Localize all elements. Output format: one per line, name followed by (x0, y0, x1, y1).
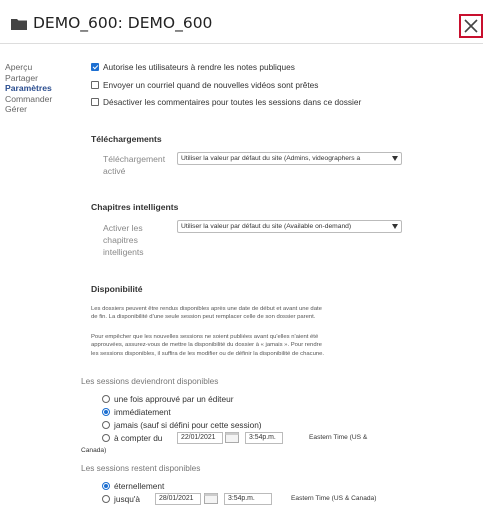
start-never-radio[interactable] (102, 421, 110, 429)
disable-comments-label: Désactiver les commentaires pour toutes … (103, 97, 362, 107)
sidebar-item-commander[interactable]: Commander (5, 94, 75, 105)
end-until-radio[interactable] (102, 495, 110, 503)
end-timezone: Eastern Time (US & Canada) (291, 495, 377, 502)
availability-note: Pour empêcher que les nouvelles sessions… (91, 334, 325, 357)
start-option-from-date[interactable]: à compter du (102, 433, 162, 443)
end-forever-radio[interactable] (102, 482, 110, 490)
end-time-input[interactable]: 3:54p.m. (224, 493, 272, 505)
chevron-down-icon (392, 156, 398, 161)
close-icon (464, 19, 478, 33)
start-from-date-radio[interactable] (102, 434, 110, 442)
end-availability-heading: Les sessions restent disponibles (81, 463, 201, 473)
sidebar-item-apercu[interactable]: Aperçu (5, 62, 75, 73)
page-title: DEMO_600: DEMO_600 (33, 14, 213, 32)
calendar-icon[interactable] (225, 432, 239, 443)
dialog-header: DEMO_600: DEMO_600 (0, 0, 483, 44)
start-option-immediately[interactable]: immédiatement (102, 407, 171, 417)
sidebar-item-parametres[interactable]: Paramètres (5, 83, 75, 94)
sidebar-nav: Aperçu Partager Paramètres Commander Gér… (5, 62, 75, 115)
start-approved-radio[interactable] (102, 395, 110, 403)
calendar-icon[interactable] (204, 493, 218, 504)
end-date-input[interactable]: 28/01/2021 (155, 493, 201, 505)
downloads-field-label: Téléchargement activé (103, 154, 166, 176)
start-option-approved[interactable]: une fois approuvé par un éditeur (102, 394, 233, 404)
public-notes-label: Autorise les utilisateurs à rendre les n… (103, 62, 295, 72)
email-notify-label: Envoyer un courriel quand de nouvelles v… (103, 80, 319, 90)
sidebar-item-gerer[interactable]: Gérer (5, 104, 75, 115)
start-availability-heading: Les sessions deviendront disponibles (81, 376, 219, 386)
start-time-input[interactable]: 3:54p.m. (245, 432, 283, 444)
smart-chapters-select[interactable]: Utiliser la valeur par défaut du site (A… (177, 220, 402, 233)
email-notify-checkbox[interactable] (91, 81, 99, 89)
sidebar-item-partager[interactable]: Partager (5, 73, 75, 84)
end-option-until[interactable]: jusqu'à (102, 494, 140, 504)
setting-email-notify[interactable]: Envoyer un courriel quand de nouvelles v… (91, 78, 318, 92)
end-option-forever[interactable]: éternellement (102, 481, 164, 491)
availability-description: Les dossiers peuvent être rendus disponi… (91, 306, 322, 321)
start-immediately-radio[interactable] (102, 408, 110, 416)
availability-section-title: Disponibilité (91, 284, 143, 294)
downloads-section-title: Téléchargements (91, 134, 162, 144)
public-notes-checkbox[interactable] (91, 63, 99, 71)
smart-chapters-section-title: Chapitres intelligents (91, 202, 179, 212)
setting-public-notes[interactable]: Autorise les utilisateurs à rendre les n… (91, 60, 295, 74)
folder-icon (11, 19, 27, 30)
smart-chapters-field-label: Activer les chapitres intelligents (103, 223, 144, 257)
setting-disable-comments[interactable]: Désactiver les commentaires pour toutes … (91, 95, 361, 109)
downloads-select[interactable]: Utiliser la valeur par défaut du site (A… (177, 152, 402, 165)
start-timezone-cont: Canada) (81, 447, 107, 454)
chevron-down-icon (392, 224, 398, 229)
start-timezone: Eastern Time (US & (309, 434, 368, 441)
disable-comments-checkbox[interactable] (91, 98, 99, 106)
start-option-never[interactable]: jamais (sauf si défini pour cette sessio… (102, 420, 262, 430)
start-date-input[interactable]: 22/01/2021 (177, 432, 223, 444)
close-button[interactable] (459, 14, 483, 38)
